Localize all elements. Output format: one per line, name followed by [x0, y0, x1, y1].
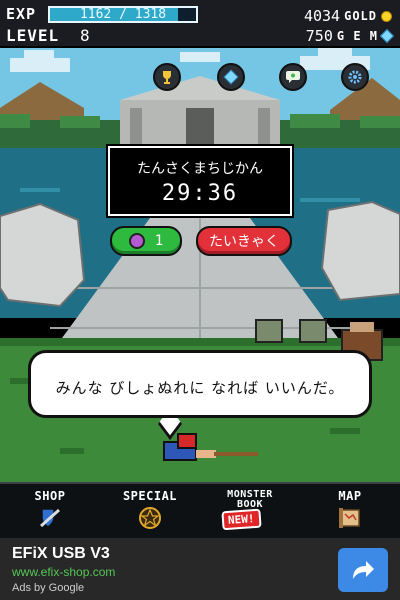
gem-value: 750: [305, 27, 333, 45]
gem-icon: [379, 28, 395, 44]
game-scene: たんさくまちじかん 29:36 1 たいきゃく みんな びしょぬれに なれば い…: [0, 48, 400, 482]
map-scroll-icon: [337, 506, 363, 530]
trophy-button[interactable]: [153, 63, 181, 91]
exp-bar: 1162 / 1318: [48, 6, 198, 23]
nav-special-label: SPECIAL: [122, 489, 178, 503]
level-label: LEVEL: [6, 26, 60, 45]
gold-label: GOLD: [344, 9, 377, 23]
use-potion-button[interactable]: 1: [110, 226, 182, 256]
retreat-label: たいきゃく: [209, 234, 279, 250]
settings-button[interactable]: [341, 63, 369, 91]
chat-icon: [286, 71, 300, 83]
potion-icon: [128, 233, 145, 249]
sword-shield-icon: [37, 506, 63, 530]
nav-special[interactable]: SPECIAL: [100, 484, 200, 538]
magic-circle-icon: [138, 506, 162, 530]
speech-bubble: みんな びしょぬれに なれば いいんだ。: [28, 350, 372, 418]
timer-title: たんさくまちじかん: [137, 161, 263, 177]
exp-label: EXP: [6, 5, 37, 23]
gem-shop-button[interactable]: [217, 63, 245, 91]
gold-value: 4034: [303, 7, 341, 25]
share-arrow-icon: [353, 561, 374, 579]
nav-map-label: MAP: [338, 489, 362, 503]
new-badge: NEW!: [221, 508, 262, 531]
bottom-nav: SHOP SPECIAL MONSTER BOOK NEW! MAP: [0, 482, 400, 538]
nav-map[interactable]: MAP: [300, 484, 400, 538]
ad-url[interactable]: www.efix-shop.com: [12, 565, 115, 579]
gem-label: G E M: [336, 29, 378, 43]
gear-icon: [348, 70, 362, 84]
ad-attribution: Ads by Google: [12, 582, 85, 594]
gold-counter: 4034 GOLD: [304, 7, 392, 25]
nav-monster-book-label: MONSTER BOOK: [227, 490, 273, 510]
boulder-right: [320, 200, 400, 302]
gem-counter: 750 G E M: [305, 27, 395, 45]
speech-text: みんな びしょぬれに なれば いいんだ。: [55, 379, 345, 397]
trophy-icon: [163, 71, 171, 84]
nav-monster-book[interactable]: MONSTER BOOK NEW!: [200, 484, 300, 538]
diamond-icon: [223, 69, 239, 85]
boulder-left: [0, 202, 86, 308]
ad-banner[interactable]: EFiX USB V3 www.efix-shop.com Ads by Goo…: [0, 538, 400, 600]
nav-shop-label: SHOP: [34, 489, 66, 503]
ad-open-button[interactable]: [338, 548, 388, 592]
nav-shop[interactable]: SHOP: [0, 484, 100, 538]
top-hud: EXP 1162 / 1318 LEVEL 8 4034 GOLD 750 G …: [0, 0, 400, 48]
ad-title[interactable]: EFiX USB V3: [12, 545, 110, 563]
timer-value: 29:36: [161, 181, 239, 206]
exp-value: 1162 / 1318: [79, 7, 167, 22]
gold-coin-icon: [381, 10, 392, 22]
chat-button[interactable]: [279, 63, 307, 91]
retreat-button[interactable]: たいきゃく: [196, 226, 292, 256]
exploration-timer-panel: たんさくまちじかん 29:36: [108, 146, 292, 216]
potion-count: 1: [154, 233, 164, 249]
level-value: 8: [80, 26, 90, 45]
